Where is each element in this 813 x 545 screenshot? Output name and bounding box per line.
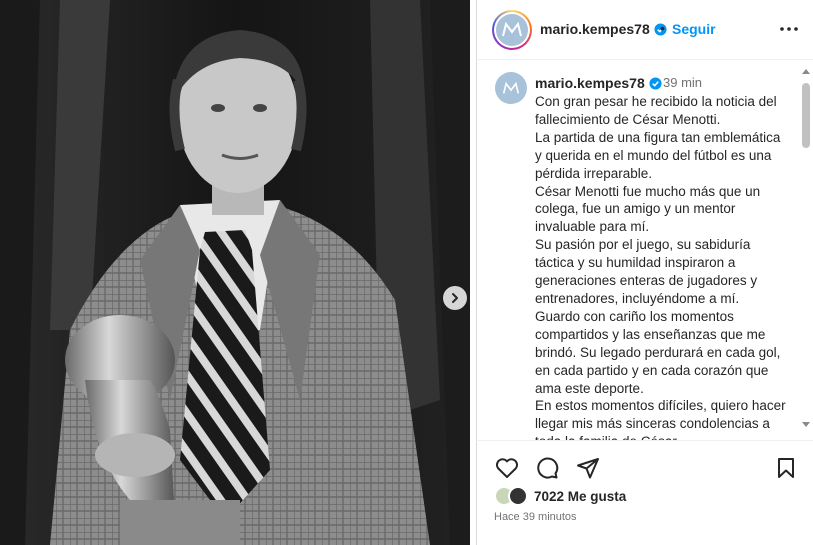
caption-paragraph: Con gran pesar he recibido la noticia de… [535,94,777,127]
heart-icon [495,458,519,478]
caption-avatar[interactable] [495,72,527,104]
post-header: mario.kempes78 • Seguir [478,0,813,60]
more-options-button[interactable] [778,20,800,38]
post-timestamp[interactable]: Hace 39 minutos [494,511,577,523]
bookmark-icon [778,458,794,478]
scroll-thumb[interactable] [802,83,810,148]
more-options-icon [780,27,798,31]
caption-scrollbar[interactable] [799,63,813,439]
liker-avatar[interactable] [508,486,528,506]
avatar[interactable] [492,10,532,50]
verified-badge-icon [649,77,662,90]
scroll-up-arrow-icon[interactable] [802,69,810,74]
caption-section: mario.kempes78 39 min Con gran pesar he … [478,61,813,441]
caption-username[interactable]: mario.kempes78 [535,75,662,91]
caption-paragraph: Guardo con cariño los momentos compartid… [535,308,781,396]
caption-paragraph: En estos momentos difíciles, quiero hace… [535,398,786,441]
avatar-logo-icon [502,22,522,37]
actions-divider [478,440,813,441]
caption-paragraph: César Menotti fue mucho más que un coleg… [535,183,761,235]
scroll-down-arrow-icon[interactable] [802,422,810,427]
share-button[interactable] [575,455,601,481]
caption-paragraph: La partida de una figura tan emblemática… [535,129,781,181]
post-photo[interactable] [0,0,470,545]
avatar-logo-icon [502,81,520,94]
header-username[interactable]: mario.kempes78 [540,21,667,37]
pane-divider [476,0,477,545]
photo-illustration [0,0,470,545]
follow-button[interactable]: Seguir [672,21,716,37]
save-button[interactable] [773,455,799,481]
chevron-right-icon [452,293,458,303]
caption-text: Con gran pesar he recibido la noticia de… [535,93,790,441]
like-button[interactable] [494,455,520,481]
next-photo-button[interactable] [443,286,467,310]
comment-icon [537,457,559,479]
header-separator: • [660,20,665,36]
caption-time: 39 min [663,75,703,90]
send-icon [577,458,599,479]
likes-row: 7022 Me gusta [494,486,794,508]
comment-button[interactable] [534,455,560,481]
caption-paragraph: Su pasión por el juego, su sabiduría tác… [535,237,758,306]
likes-count[interactable]: 7022 Me gusta [534,489,626,504]
